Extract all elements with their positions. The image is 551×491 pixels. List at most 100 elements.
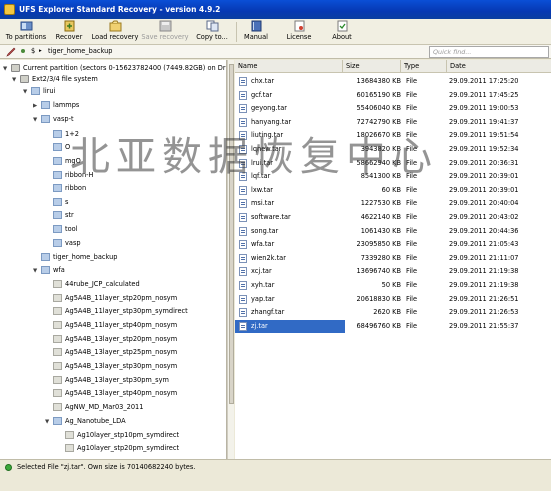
to-partitions-button[interactable]: To partitions — [4, 20, 48, 44]
folder-icon — [53, 403, 62, 411]
file-size: 2620 KB — [373, 308, 401, 317]
file-icon — [239, 294, 247, 304]
manual-book-icon — [251, 20, 261, 32]
column-header-size[interactable]: Size — [343, 60, 401, 73]
tree-scrollbar[interactable] — [227, 60, 234, 459]
file-row[interactable]: msi.tar 1227530 KB File 29.09.2011 20:40:04 — [235, 197, 551, 210]
tree-item-folder[interactable]: Ag5A4B_13layer_stp30pm_sym — [45, 375, 169, 386]
column-header-name[interactable]: Name — [235, 60, 343, 73]
manual-button[interactable]: Manual — [240, 20, 272, 44]
file-type: File — [406, 294, 418, 303]
tree-item-folder[interactable]: Ag5A4B_11layer_stp20pm_nosym — [45, 293, 177, 304]
expand-toggle-icon[interactable]: ▼ — [3, 64, 11, 75]
tree-item-partition[interactable]: ▼ Current partition (sectors 0-1562378240… — [3, 63, 226, 75]
file-row[interactable]: geyong.tar 55406040 KB File 29.09.2011 19:0… — [235, 102, 551, 115]
file-row[interactable]: xcj.tar 13696740 KB File 29.09.2011 21:19:3… — [235, 265, 551, 278]
file-row[interactable]: xyh.tar 50 KB File 29.09.2011 21:19:38 — [235, 279, 551, 292]
file-row[interactable]: software.tar 4622140 KB File 29.09.2011 20:… — [235, 211, 551, 224]
tree-item-folder[interactable]: ▼ vasp-t — [33, 114, 74, 125]
file-type: File — [406, 308, 418, 317]
tree-item-folder[interactable]: Ag5A4B_13layer_stp40pm_nosym — [45, 388, 177, 399]
tree-item-folder[interactable]: ▼ wfa — [33, 265, 65, 276]
tree-item-folder[interactable]: 44rube_JCP_calculated — [45, 279, 140, 290]
folder-icon — [53, 198, 62, 206]
tree-item-folder[interactable]: tool — [45, 224, 78, 235]
app-logo-icon — [4, 4, 15, 15]
tree-item-folder[interactable]: Ag5A4B_13layer_stp20pm_nosym — [45, 334, 177, 345]
file-row[interactable]: chx.tar 13684380 KB File 29.09.2011 17:25:2… — [235, 75, 551, 88]
breadcrumb-separator-icon: ▸ — [39, 48, 42, 54]
tree-item-filesystem[interactable]: ▼ Ext2/3/4 file system — [12, 74, 98, 85]
expand-toggle-icon[interactable]: ▼ — [23, 87, 31, 98]
license-button[interactable]: License — [283, 20, 315, 44]
file-row[interactable]: lxw.tar 60 KB File 29.09.2011 20:39:01 — [235, 184, 551, 197]
expand-toggle-icon[interactable]: ▶ — [33, 101, 41, 112]
file-date: 29.09.2011 20:43:02 — [449, 213, 519, 221]
load-recovery-button[interactable]: Load recovery — [90, 20, 140, 44]
file-name-text: lxw.tar — [251, 185, 273, 194]
expand-toggle-icon[interactable]: ▼ — [45, 417, 53, 428]
file-name: zhangf.tar — [235, 306, 345, 319]
tree-item-folder[interactable]: ▼ lirui — [23, 86, 55, 97]
file-row[interactable]: zj.tar 68496760 KB File 29.09.2011 21:55:37 — [235, 319, 551, 333]
file-size: 60165190 KB — [356, 90, 401, 99]
tree-item-folder[interactable]: ▶ lammps — [33, 100, 79, 111]
file-row[interactable]: song.tar 1061430 KB File 29.09.2011 20:44:3… — [235, 225, 551, 238]
file-row[interactable]: yap.tar 20618830 KB File 29.09.2011 21:26:5… — [235, 293, 551, 306]
tree-item-folder[interactable]: Ag10layer_stp20pm_symdirect — [57, 443, 179, 454]
file-date: 29.09.2011 21:11:07 — [449, 253, 519, 262]
path-bar: $ ▸ tiger_home_backup Quick find... — [0, 45, 551, 59]
file-date: 29.09.2011 19:51:54 — [449, 131, 519, 140]
tree-item-folder[interactable]: O — [45, 142, 70, 153]
folder-icon — [53, 211, 62, 219]
file-date: 29.09.2011 20:39:01 — [449, 172, 519, 181]
file-name-text: software.tar — [251, 213, 291, 221]
quick-find-input[interactable]: Quick find... — [429, 46, 549, 58]
tree-item-folder[interactable]: Ag5A4B_13layer_stp25pm_nosym — [45, 347, 177, 358]
tree-item-folder[interactable]: Ag10layer_stp10pm_symdirect — [57, 430, 179, 441]
root-dot-icon — [21, 49, 25, 53]
tree-item-folder[interactable]: Ag5A4B_13layer_stp30pm_nosym — [45, 361, 177, 372]
file-row[interactable]: gcf.tar 60165190 KB File 29.09.2011 17:45:2… — [235, 89, 551, 102]
file-name-text: xyh.tar — [251, 281, 275, 289]
tree-item-folder[interactable]: tiger_home_backup — [33, 252, 118, 263]
tree-item-folder[interactable]: s — [45, 197, 68, 208]
scrollbar-thumb[interactable] — [229, 64, 234, 404]
tree-item-folder[interactable]: vasp — [45, 238, 81, 249]
file-size: 13684380 KB — [356, 77, 401, 85]
folder-icon — [53, 376, 62, 384]
file-size: 60 KB — [381, 185, 401, 194]
file-type: File — [406, 240, 418, 249]
folder-icon — [53, 225, 62, 233]
file-name-text: zj.tar — [251, 321, 268, 330]
about-button[interactable]: About — [327, 20, 357, 44]
column-header-type[interactable]: Type — [401, 60, 447, 73]
file-date: 29.09.2011 20:40:04 — [449, 199, 519, 208]
file-name: wien2k.tar — [235, 252, 345, 265]
save-recovery-button[interactable]: Save recovery — [141, 20, 189, 44]
tree-item-folder[interactable]: str — [45, 210, 74, 221]
breadcrumb-root[interactable]: $ — [31, 47, 35, 55]
column-header-date[interactable]: Date — [447, 60, 551, 73]
file-row[interactable]: wfa.tar 23095850 KB File 29.09.2011 21:05:4… — [235, 238, 551, 251]
expand-toggle-icon[interactable]: ▼ — [33, 266, 41, 277]
expand-toggle-icon[interactable]: ▼ — [33, 115, 41, 126]
file-name: gcf.tar — [235, 89, 345, 102]
edit-path-icon[interactable] — [6, 47, 16, 57]
file-type: File — [406, 226, 418, 235]
load-recovery-icon — [109, 20, 121, 32]
tree-item-folder[interactable]: AgNW_MD_Mar03_2011 — [45, 402, 143, 413]
file-row[interactable]: zhangf.tar 2620 KB File 29.09.2011 21:26:53 — [235, 306, 551, 319]
tree-item-folder[interactable]: ▼ Ag_Nanotube_LDA — [45, 416, 126, 427]
window-title: UFS Explorer Standard Recovery - version… — [19, 5, 221, 14]
tree-item-folder[interactable]: ribbon — [45, 183, 86, 194]
tree-item-folder[interactable]: Ag5A4B_11layer_stp40pm_nosym — [45, 320, 177, 331]
file-row[interactable]: wien2k.tar 7339280 KB File 29.09.2011 21:11… — [235, 252, 551, 265]
recover-button[interactable]: Recover — [50, 20, 88, 44]
copy-to-button[interactable]: Copy to... — [191, 20, 233, 44]
filesystem-icon — [20, 75, 29, 83]
expand-toggle-icon[interactable]: ▼ — [12, 75, 20, 86]
breadcrumb-current[interactable]: tiger_home_backup — [48, 47, 113, 55]
tree-item-folder[interactable]: Ag5A4B_11layer_stp30pm_symdirect — [45, 306, 188, 317]
file-size: 23095850 KB — [356, 240, 401, 249]
